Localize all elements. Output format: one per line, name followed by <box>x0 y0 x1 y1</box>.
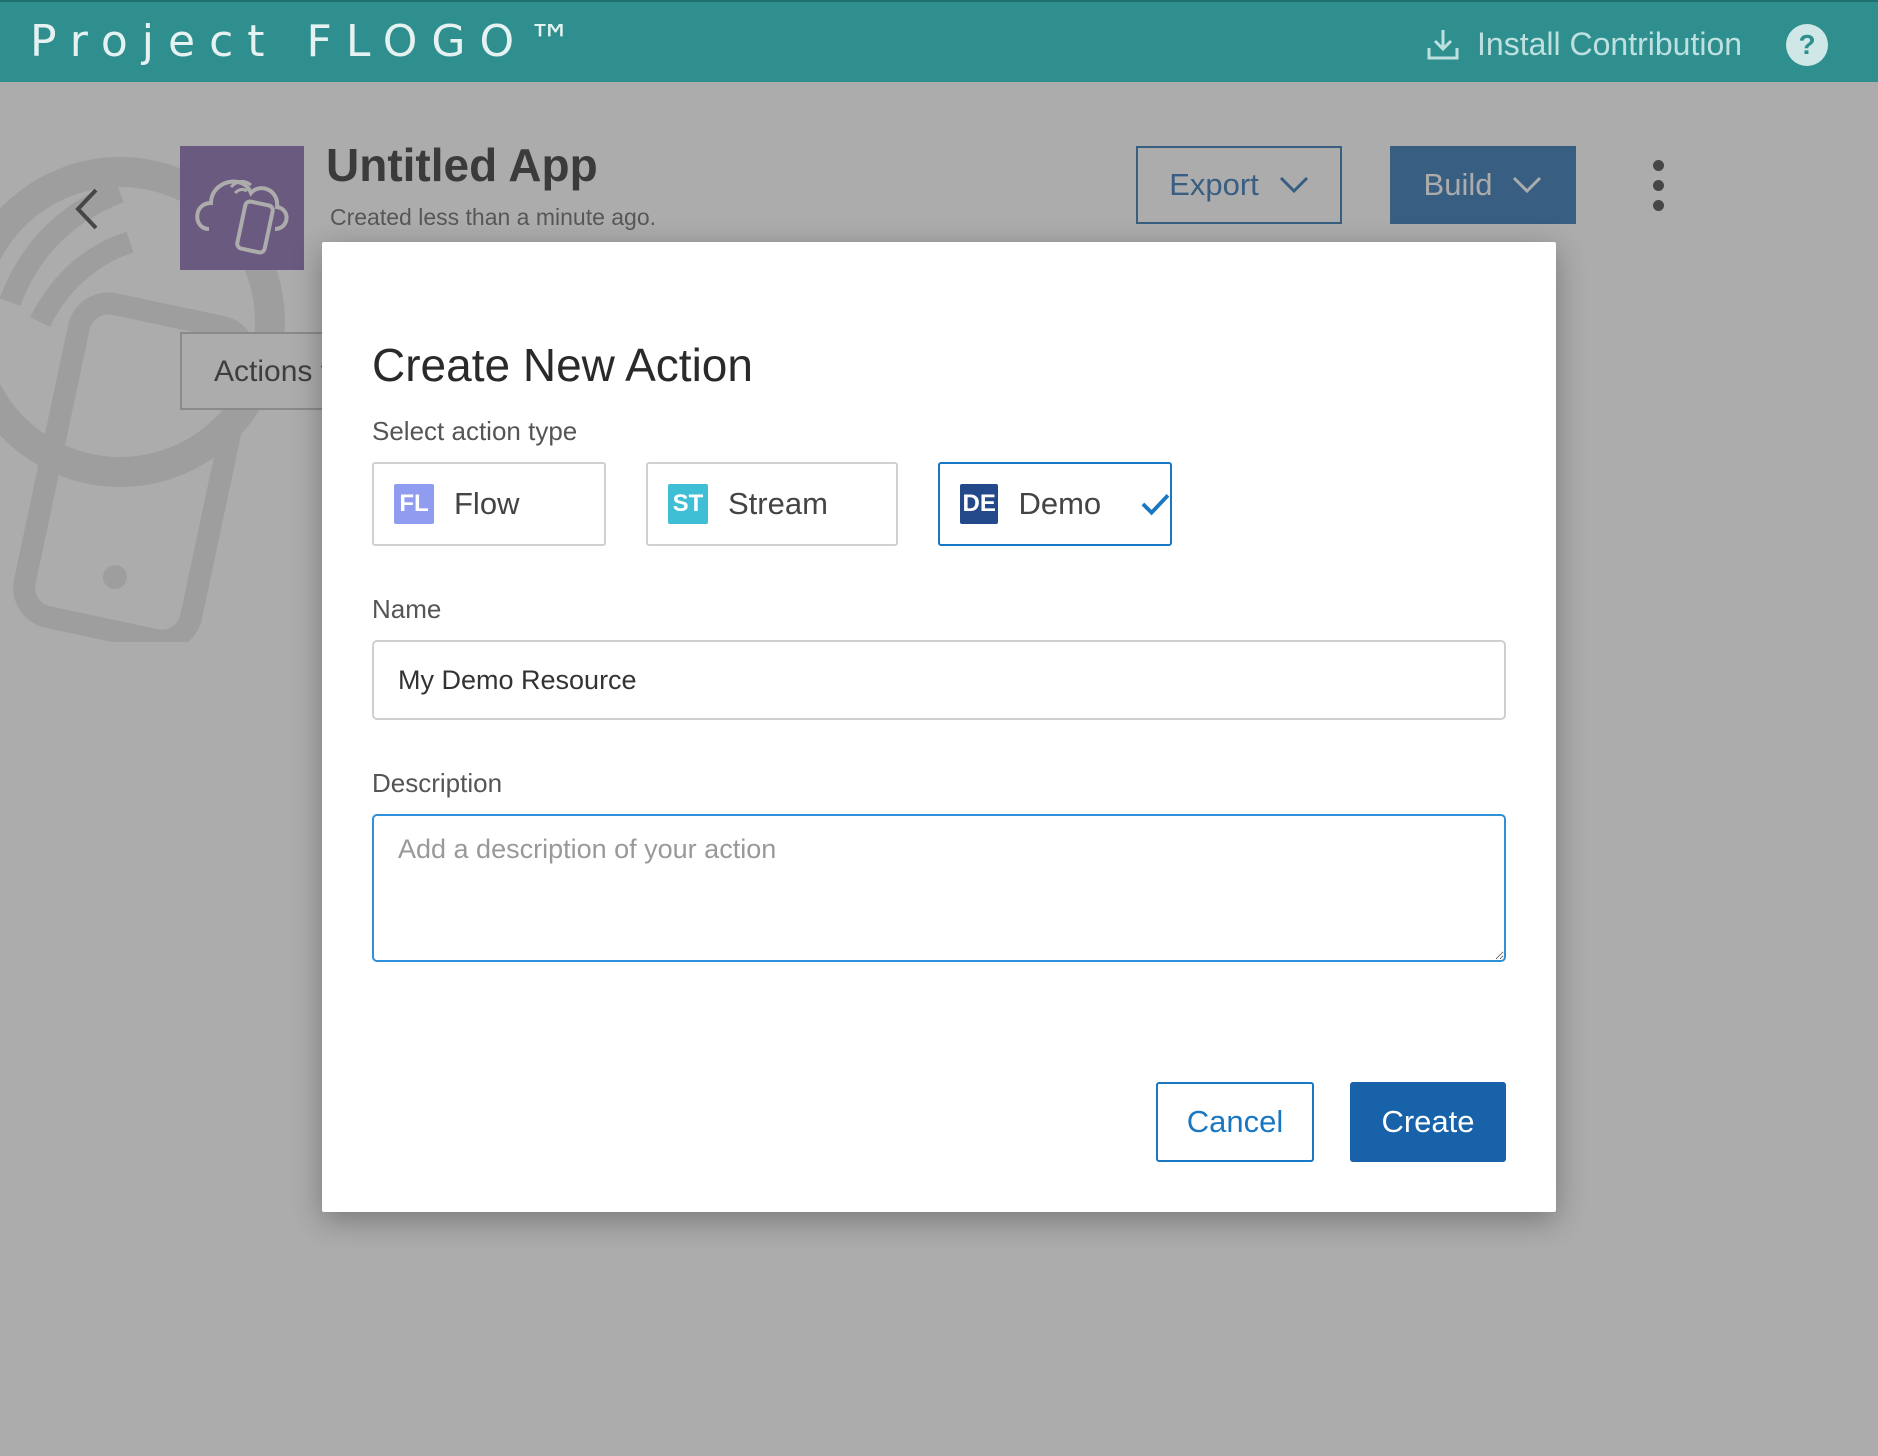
action-type-flow[interactable]: FL Flow <box>372 462 606 546</box>
stream-badge-icon: ST <box>668 484 708 524</box>
demo-badge-icon: DE <box>960 484 999 524</box>
help-icon[interactable]: ? <box>1786 24 1828 66</box>
action-type-flow-label: Flow <box>454 486 520 521</box>
modal-title: Create New Action <box>372 339 753 391</box>
description-label: Description <box>372 768 503 798</box>
name-label: Name <box>372 594 442 624</box>
action-type-label: Select action type <box>372 416 578 446</box>
top-header-bar: Project FLOGO™ Install Contribution ? <box>0 0 1878 82</box>
brand-logo-text: Project FLOGO™ <box>30 16 587 67</box>
description-textarea[interactable] <box>372 814 1506 962</box>
download-icon <box>1427 30 1459 60</box>
name-input[interactable] <box>372 640 1506 720</box>
install-contribution-label: Install Contribution <box>1477 25 1743 62</box>
install-contribution-button[interactable]: Install Contribution <box>1425 22 1742 66</box>
create-button[interactable]: Create <box>1350 1082 1506 1162</box>
checkmark-icon <box>1141 494 1170 516</box>
action-type-demo-label: Demo <box>1018 486 1102 521</box>
action-type-stream[interactable]: ST Stream <box>646 462 898 546</box>
flow-badge-icon: FL <box>394 484 434 524</box>
cancel-button[interactable]: Cancel <box>1156 1082 1314 1162</box>
create-action-modal: Create New Action Select action type FL … <box>322 242 1556 1212</box>
action-type-stream-label: Stream <box>728 486 828 521</box>
action-type-demo[interactable]: DE Demo <box>938 462 1172 546</box>
